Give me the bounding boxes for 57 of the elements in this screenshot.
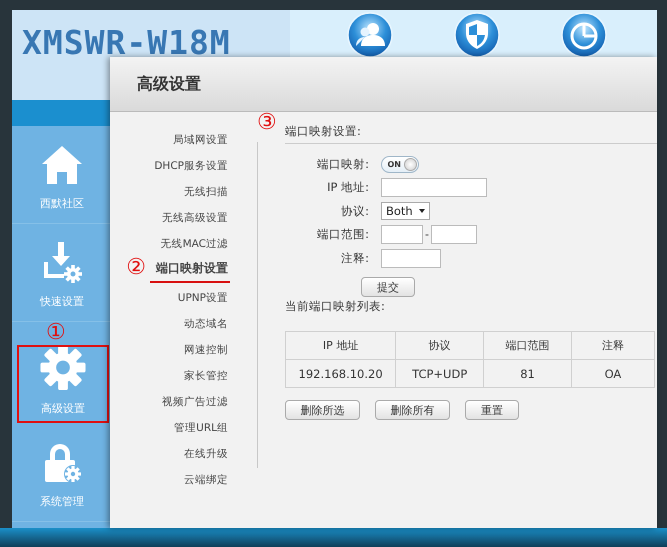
step-marker: ③ xyxy=(257,112,277,134)
field-label: IP 地址: xyxy=(326,180,369,195)
pie-chart-icon xyxy=(560,12,606,58)
menu-item[interactable]: UPNP设置 xyxy=(176,285,230,311)
text-field[interactable] xyxy=(430,225,477,244)
text-field[interactable] xyxy=(381,178,487,197)
menu-item[interactable]: 端口映射设置 xyxy=(150,257,230,283)
section-title: 端口映射设置: xyxy=(285,124,361,138)
house-icon xyxy=(40,144,84,186)
column-header: IP 地址 xyxy=(286,332,396,360)
field-label: 端口映射: xyxy=(316,157,369,172)
column-header: 注释 xyxy=(571,332,654,360)
menu-item[interactable]: 在线升级 xyxy=(182,441,230,467)
table-cell: OA xyxy=(571,360,654,388)
submit-button[interactable]: 提交 xyxy=(361,277,415,297)
caret-icon xyxy=(418,209,425,213)
download-gear-icon xyxy=(41,242,83,284)
sidebar-label: 高级设置 xyxy=(41,401,85,416)
text-field[interactable] xyxy=(381,225,423,244)
menu-item[interactable]: 家长管控 xyxy=(182,363,230,389)
table-cell: 81 xyxy=(484,360,572,388)
field-label: 协议: xyxy=(340,204,369,218)
column-header: 端口范围 xyxy=(484,332,572,360)
field-label: 注释: xyxy=(340,251,369,266)
action-button[interactable]: 删除所选 xyxy=(285,400,360,420)
sidebar-label: 快速设置 xyxy=(40,294,84,309)
action-button[interactable]: 重置 xyxy=(465,400,519,420)
step-marker: ① xyxy=(46,320,66,345)
column-header: 协议 xyxy=(396,332,484,360)
step-marker: ② xyxy=(126,257,146,279)
router-model-title: XMSWR-W18M xyxy=(22,23,231,62)
toggle-switch[interactable]: ON xyxy=(381,156,419,173)
field-label: 端口范围: xyxy=(316,227,369,242)
gear-icon xyxy=(39,344,87,391)
table-cell: TCP+UDP xyxy=(396,360,484,388)
table-cell: 192.168.10.20 xyxy=(286,360,396,388)
menu-item[interactable]: 无线高级设置 xyxy=(160,205,230,231)
shield-icon xyxy=(454,12,500,58)
action-button[interactable]: 删除所有 xyxy=(375,400,450,420)
users-icon xyxy=(346,12,392,58)
list-title: 当前端口映射列表: xyxy=(285,299,386,314)
menu-item[interactable]: 视频广告过滤 xyxy=(160,389,230,415)
menu-item[interactable]: DHCP服务设置 xyxy=(152,153,230,179)
protocol-dropdown[interactable]: Both xyxy=(381,202,430,220)
text-field[interactable] xyxy=(381,249,441,268)
dialog-title: 高级设置 xyxy=(137,74,201,94)
menu-item[interactable]: 无线MAC过滤 xyxy=(158,231,230,257)
sidebar-label: 西默社区 xyxy=(40,196,84,211)
table-row[interactable]: 192.168.10.20 TCP+UDP 81 OA xyxy=(286,360,654,388)
range-separator: - xyxy=(425,228,429,241)
menu-item[interactable]: 局域网设置 xyxy=(171,127,230,153)
menu-item[interactable]: 网速控制 xyxy=(182,337,230,363)
menu-item[interactable]: 动态域名 xyxy=(182,311,230,337)
menu-item[interactable]: 无线扫描 xyxy=(182,179,230,205)
sidebar-label: 系统管理 xyxy=(40,494,84,509)
menu-item[interactable]: 云端绑定 xyxy=(182,467,230,493)
menu-item[interactable]: 管理URL组 xyxy=(172,415,230,441)
